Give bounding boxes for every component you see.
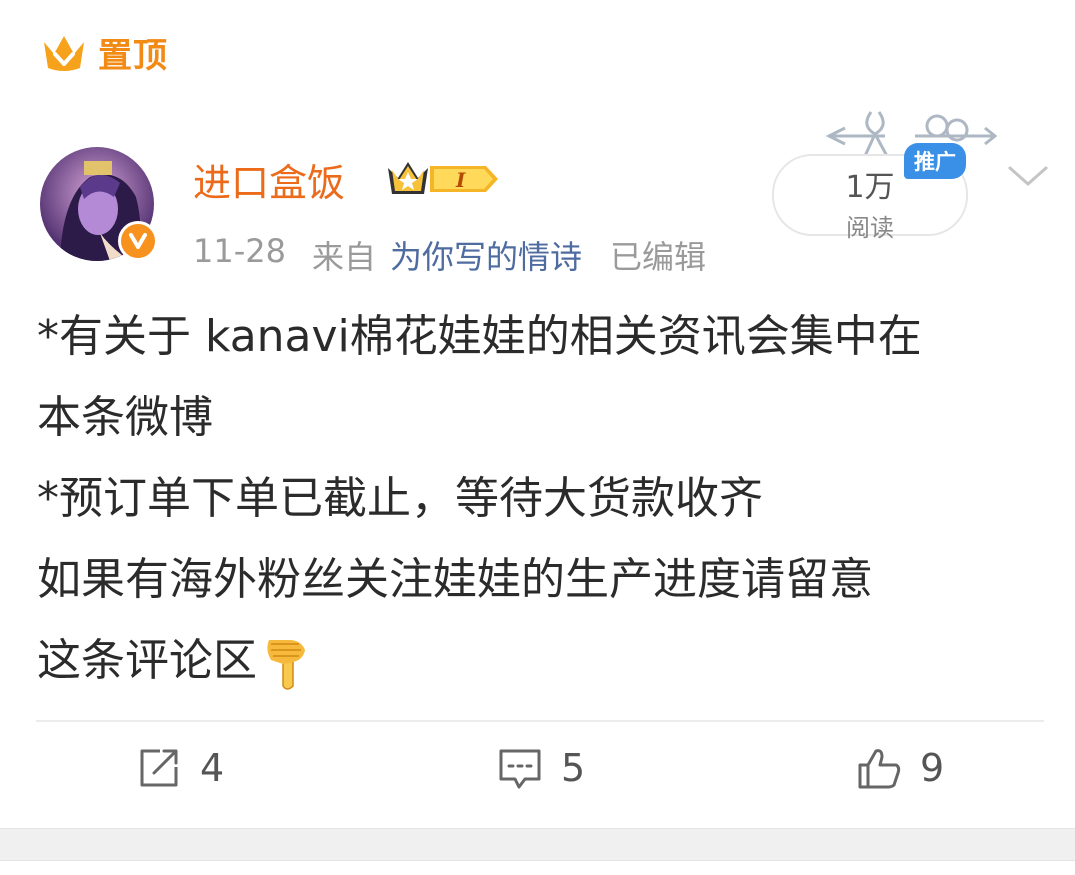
- comment-button[interactable]: 5: [497, 745, 585, 791]
- like-button[interactable]: 9: [856, 745, 944, 791]
- post-line: *预订单下单已截止，等待大货款收齐: [37, 473, 763, 524]
- pinned-header: 置顶: [40, 28, 168, 77]
- post-line: 如果有海外粉丝关注娃娃的生产进度请留意: [37, 554, 873, 605]
- divider: [36, 720, 1044, 722]
- post-line: *有关于 kanavi棉花娃娃的相关资讯会集中在: [37, 311, 922, 362]
- author-name[interactable]: 进口盒饭: [193, 152, 345, 207]
- action-bar: 4 5 9: [0, 745, 1075, 805]
- repost-icon: [140, 749, 178, 787]
- post-line-with-emoji: 这条评论区: [37, 620, 1047, 701]
- repost-count: 4: [200, 746, 225, 790]
- post-meta: 11-28 来自 为你写的情诗 已编辑: [193, 232, 706, 278]
- comment-count: 5: [561, 746, 586, 790]
- post-content: *有关于 kanavi棉花娃娃的相关资讯会集中在 本条微博 *预订单下单已截止，…: [37, 296, 1047, 701]
- post-date: 11-28: [193, 232, 286, 270]
- post-line: 本条微博: [37, 392, 213, 443]
- pointing-down-emoji-icon: [267, 640, 305, 690]
- feed-separator: [0, 828, 1075, 861]
- thumbs-up-icon: [858, 749, 901, 789]
- post-line: 这条评论区: [37, 635, 257, 686]
- promote-tag[interactable]: 推广: [904, 143, 966, 179]
- level-text: I: [455, 168, 466, 192]
- member-level-badge-icon[interactable]: I: [386, 158, 500, 200]
- avatar[interactable]: [40, 147, 158, 261]
- repost-button[interactable]: 4: [136, 745, 224, 791]
- crown-icon: [44, 35, 84, 71]
- from-label: 来自: [311, 238, 376, 276]
- chevron-down-icon[interactable]: [1006, 162, 1050, 190]
- next-card-edge: [0, 860, 1075, 875]
- comment-icon: [499, 749, 541, 789]
- post-source-link[interactable]: 为你写的情诗: [390, 232, 582, 278]
- like-count: 9: [920, 746, 945, 790]
- pinned-label: 置顶: [98, 36, 168, 76]
- verified-badge-icon: [118, 221, 158, 261]
- edited-label[interactable]: 已编辑: [610, 232, 706, 278]
- read-label: 阅读: [846, 214, 894, 242]
